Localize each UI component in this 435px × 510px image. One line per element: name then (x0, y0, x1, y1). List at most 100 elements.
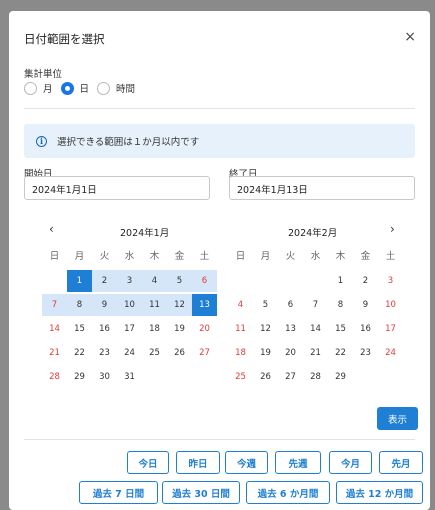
calendar-day[interactable]: 9 (92, 294, 117, 316)
weekday-label: 火 (99, 251, 110, 262)
calendar-day[interactable]: 28 (303, 366, 328, 388)
calendar-week-row: 11 12 13 14 15 16 17 (228, 318, 403, 342)
calendar-day[interactable]: 3 (378, 270, 403, 292)
calendar-day[interactable]: 11 (142, 294, 167, 316)
calendar-day[interactable]: 17 (117, 318, 142, 340)
calendar-day[interactable]: 4 (142, 270, 167, 292)
calendar-day[interactable]: 23 (92, 342, 117, 364)
divider (24, 439, 415, 440)
calendar-day[interactable]: 13 (192, 294, 217, 316)
calendar-day[interactable]: 10 (117, 294, 142, 316)
radio-day-circle[interactable] (60, 81, 74, 95)
end-date-field[interactable]: 2024年1月13日 (229, 176, 415, 200)
calendar-empty-cell (167, 366, 192, 388)
calendar-day[interactable]: 8 (67, 294, 92, 316)
calendar-day[interactable]: 15 (67, 318, 92, 340)
calendar-day[interactable]: 26 (253, 366, 278, 388)
calendar-day[interactable]: 1 (328, 270, 353, 292)
calendar-day[interactable]: 24 (117, 342, 142, 364)
calendar-day[interactable]: 16 (353, 318, 378, 340)
radio-month-circle[interactable] (24, 81, 37, 95)
calendar-day[interactable]: 1 (67, 270, 92, 292)
calendar-day[interactable]: 5 (167, 270, 192, 292)
past-12-months-button[interactable]: 過去 12 か月間 (336, 481, 423, 504)
start-date-field[interactable]: 2024年1月1日 (24, 176, 210, 200)
calendar-day[interactable]: 11 (228, 318, 253, 340)
info-text: 選択できる範囲は１か月以内です (57, 137, 200, 148)
calendar-day[interactable]: 27 (192, 342, 217, 364)
past-7-days-button[interactable]: 過去 7 日間 (79, 481, 158, 504)
calendar-day[interactable]: 29 (328, 366, 353, 388)
calendar-day[interactable]: 2 (353, 270, 378, 292)
weekday-label: 火 (285, 251, 296, 262)
weekday-label: 月 (74, 251, 85, 262)
calendar-week-row: 7 8 9 10 11 12 13 (42, 294, 217, 318)
calendar-empty-cell (42, 270, 67, 292)
calendar-day[interactable]: 2 (92, 270, 117, 292)
calendar-day[interactable]: 22 (67, 342, 92, 364)
calendar-day[interactable]: 16 (92, 318, 117, 340)
calendar-day[interactable]: 12 (253, 318, 278, 340)
calendar-day[interactable]: 17 (378, 318, 403, 340)
yesterday-button[interactable]: 昨日 (176, 451, 220, 474)
weekday-label: 月 (260, 251, 271, 262)
calendar-day[interactable]: 7 (42, 294, 67, 316)
calendar-day[interactable]: 27 (278, 366, 303, 388)
calendar-day[interactable]: 30 (92, 366, 117, 388)
calendar-grid-left: 1 2 3 4 5 6 7 8 9 10 11 12 13 14 15 16 17 18 19 20 21 22 23 24 2… (42, 270, 217, 390)
calendar-day[interactable]: 14 (303, 318, 328, 340)
calendar-day[interactable]: 25 (228, 366, 253, 388)
calendar-day[interactable]: 5 (253, 294, 278, 316)
radio-day-label: 日 (79, 84, 90, 95)
calendar-day[interactable]: 28 (42, 366, 67, 388)
calendar-day[interactable]: 20 (278, 342, 303, 364)
calendar-day[interactable]: 12 (167, 294, 192, 316)
radio-hour-circle[interactable] (97, 81, 111, 95)
calendar-day[interactable]: 21 (42, 342, 67, 364)
close-icon[interactable]: × (404, 29, 416, 45)
calendar-week-row: 18 19 20 21 22 23 24 (228, 342, 403, 366)
calendar-day[interactable]: 20 (192, 318, 217, 340)
calendar-empty-cell (378, 366, 403, 388)
calendar-day[interactable]: 7 (303, 294, 328, 316)
calendar-day[interactable]: 4 (228, 294, 253, 316)
calendar-day[interactable]: 6 (192, 270, 217, 292)
calendar-empty-cell (278, 270, 303, 292)
calendar-day[interactable]: 22 (328, 342, 353, 364)
past-30-days-button[interactable]: 過去 30 日間 (162, 481, 240, 504)
calendar-empty-cell (228, 270, 253, 292)
calendar-day[interactable]: 9 (353, 294, 378, 316)
divider (24, 108, 415, 109)
past-6-months-button[interactable]: 過去 6 か月間 (246, 481, 330, 504)
radio-hour[interactable]: 時間 (97, 81, 135, 95)
prev-month-icon[interactable]: ‹ (49, 222, 54, 236)
calendar-day[interactable]: 19 (167, 318, 192, 340)
calendar-day[interactable]: 13 (278, 318, 303, 340)
calendar-day[interactable]: 14 (42, 318, 67, 340)
calendar-day[interactable]: 18 (142, 318, 167, 340)
this-month-button[interactable]: 今月 (329, 451, 372, 474)
weekday-label: 金 (174, 251, 185, 262)
radio-month[interactable]: 月 (24, 81, 53, 95)
calendar-day[interactable]: 29 (67, 366, 92, 388)
calendar-day[interactable]: 23 (353, 342, 378, 364)
last-week-button[interactable]: 先週 (275, 451, 321, 474)
calendar-day[interactable]: 24 (378, 342, 403, 364)
today-button[interactable]: 今日 (127, 451, 169, 474)
last-month-button[interactable]: 先月 (379, 451, 423, 474)
calendar-day[interactable]: 25 (142, 342, 167, 364)
calendar-day[interactable]: 3 (117, 270, 142, 292)
calendar-day[interactable]: 10 (378, 294, 403, 316)
calendar-day[interactable]: 15 (328, 318, 353, 340)
calendar-day[interactable]: 8 (328, 294, 353, 316)
calendar-day[interactable]: 19 (253, 342, 278, 364)
calendar-day[interactable]: 26 (167, 342, 192, 364)
calendar-day[interactable]: 18 (228, 342, 253, 364)
calendar-day[interactable]: 31 (117, 366, 142, 388)
calendar-day[interactable]: 6 (278, 294, 303, 316)
this-week-button[interactable]: 今週 (225, 451, 268, 474)
next-month-icon[interactable]: › (390, 222, 395, 236)
calendar-day[interactable]: 21 (303, 342, 328, 364)
show-button[interactable]: 表示 (377, 407, 418, 430)
radio-day[interactable]: 日 (60, 81, 90, 95)
